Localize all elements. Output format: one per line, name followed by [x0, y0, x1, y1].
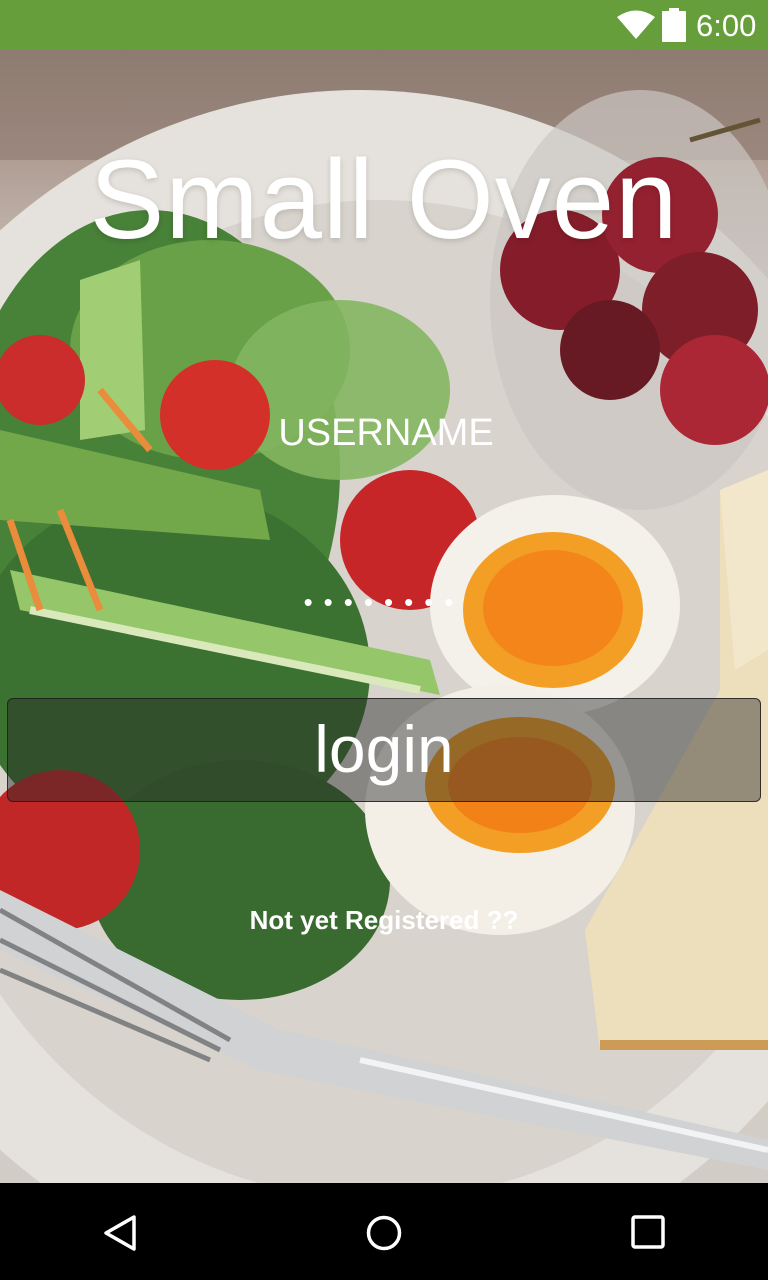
navigation-bar — [0, 1183, 768, 1280]
back-icon[interactable] — [100, 1213, 140, 1253]
status-bar: 6:00 — [0, 0, 768, 50]
status-time: 6:00 — [696, 8, 757, 43]
register-link[interactable]: Not yet Registered ?? — [0, 902, 768, 938]
recents-icon[interactable] — [630, 1214, 666, 1250]
login-button[interactable]: login — [7, 698, 761, 802]
password-field[interactable]: •••••••• — [40, 574, 728, 630]
username-field[interactable] — [40, 402, 732, 464]
wifi-icon — [617, 10, 655, 39]
battery-icon — [662, 8, 686, 42]
home-icon[interactable] — [364, 1213, 404, 1253]
app-title: Small Oven — [89, 137, 679, 262]
